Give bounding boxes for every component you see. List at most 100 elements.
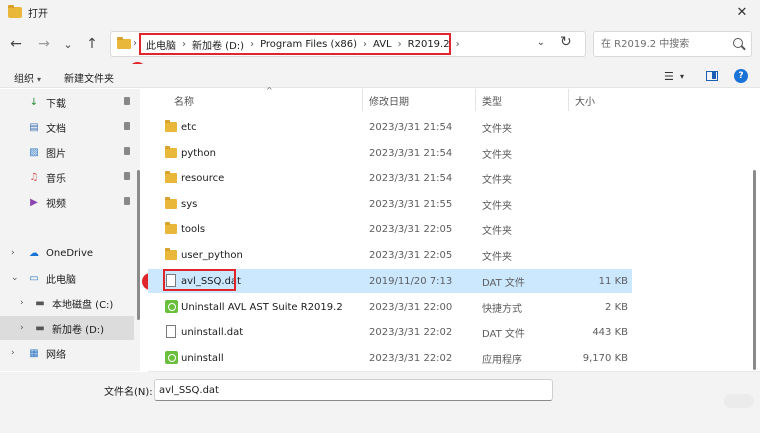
breadcrumb: 此电脑 › 新加卷 (D:) › Program Files (x86) › A… [139, 33, 460, 55]
watermark-logo [724, 394, 754, 408]
breadcrumb-program-files[interactable]: Program Files (x86) [260, 39, 357, 50]
breadcrumb-separator: › [133, 38, 137, 49]
annotation-highlight-box [163, 269, 236, 291]
sidebar-item-documents[interactable]: ▤ 文档 [0, 115, 134, 139]
refresh-icon[interactable]: ↻ [560, 34, 572, 50]
search-input[interactable] [601, 33, 731, 55]
pin-icon [124, 197, 130, 205]
table-row[interactable]: etc 2023/3/31 21:54 文件夹 [148, 115, 632, 139]
column-header-name[interactable]: 名称 [174, 89, 194, 111]
column-divider[interactable] [475, 89, 476, 111]
breadcrumb-separator[interactable]: › [398, 39, 402, 50]
file-type: 文件夹 [482, 149, 512, 161]
recent-locations-chevron-icon[interactable]: ⌄ [58, 34, 78, 54]
sidebar-item-videos[interactable]: ▶ 视频 [0, 190, 134, 214]
file-modified: 2023/3/31 22:05 [369, 223, 453, 235]
chevron-down-icon: ▾ [37, 75, 42, 84]
file-name: uninstall [181, 352, 224, 364]
breadcrumb-separator[interactable]: › [456, 39, 460, 50]
close-button[interactable]: ✕ [724, 0, 760, 24]
table-row[interactable]: sys 2023/3/31 21:55 文件夹 [148, 192, 632, 216]
organize-button[interactable]: 组织 ▾ [14, 70, 41, 85]
file-name: etc [181, 121, 197, 133]
column-header-type[interactable]: 类型 [482, 89, 502, 111]
file-type: 文件夹 [482, 200, 512, 212]
navigation-pane: ↓ 下载 ▤ 文档 ▨ 图片 ♫ 音乐 ▶ 视频 › ☁ OneDrive ⌄ … [0, 89, 140, 371]
view-chevron-down-icon[interactable]: ▾ [680, 72, 684, 81]
chevron-right-icon[interactable]: › [20, 298, 24, 308]
breadcrumb-separator[interactable]: › [182, 39, 186, 50]
sidebar-item-drive-c[interactable]: › ▬ 本地磁盘 (C:) [0, 291, 134, 315]
sidebar-item-downloads[interactable]: ↓ 下载 [0, 90, 134, 114]
search-icon[interactable] [733, 38, 743, 48]
file-size: 9,170 KB [582, 352, 628, 364]
table-row[interactable]: Uninstall AVL AST Suite R2019.2 2023/3/3… [148, 295, 632, 319]
column-header-modified[interactable]: 修改日期 [369, 89, 409, 111]
forward-arrow-icon[interactable]: → [34, 34, 54, 54]
file-type: DAT 文件 [482, 277, 525, 289]
folder-icon [165, 171, 177, 183]
folder-icon [165, 146, 177, 158]
table-row[interactable]: tools 2023/3/31 22:05 文件夹 [148, 217, 632, 241]
breadcrumb-separator[interactable]: › [250, 39, 254, 50]
file-modified: 2023/3/31 22:05 [369, 249, 453, 261]
filename-field[interactable] [154, 379, 553, 401]
sidebar-scrollbar[interactable] [137, 170, 140, 320]
help-icon[interactable]: ? [734, 69, 748, 83]
chevron-right-icon[interactable]: › [20, 323, 24, 333]
document-icon: ▤ [29, 121, 39, 133]
sidebar-item-this-pc[interactable]: ⌄ ▭ 此电脑 [0, 266, 134, 290]
drive-icon: ▬ [35, 322, 45, 334]
command-bar: 组织 ▾ 新建文件夹 ☰ ▾ ? [0, 64, 760, 88]
sidebar-item-onedrive[interactable]: › ☁ OneDrive [0, 241, 134, 265]
file-type: 文件夹 [482, 225, 512, 237]
column-divider[interactable] [568, 89, 569, 111]
back-arrow-icon[interactable]: ← [6, 34, 26, 54]
sidebar-item-drive-d[interactable]: › ▬ 新加卷 (D:) [0, 316, 134, 340]
table-row[interactable]: python 2023/3/31 21:54 文件夹 [148, 141, 632, 165]
column-header-size[interactable]: 大小 [575, 89, 595, 111]
chevron-down-icon[interactable]: ⌄ [11, 273, 19, 283]
chevron-right-icon[interactable]: › [11, 248, 15, 258]
file-name: tools [181, 223, 206, 235]
chevron-right-icon[interactable]: › [11, 348, 15, 358]
sidebar-item-music[interactable]: ♫ 音乐 [0, 165, 134, 189]
uninstall-shortcut-icon [165, 300, 178, 313]
file-list-scrollbar[interactable] [753, 170, 756, 370]
address-dropdown-chevron-icon[interactable]: ⌄ [537, 37, 545, 48]
table-row[interactable]: resource 2023/3/31 21:54 文件夹 [148, 166, 632, 190]
file-size: 11 KB [598, 275, 628, 287]
file-type: 文件夹 [482, 174, 512, 186]
file-modified: 2023/3/31 21:54 [369, 121, 453, 133]
breadcrumb-r2019[interactable]: R2019.2 [408, 39, 450, 50]
table-row[interactable]: uninstall 2023/3/31 22:02 应用程序 9,170 KB [148, 346, 632, 370]
new-folder-button[interactable]: 新建文件夹 [64, 70, 114, 85]
pin-icon [124, 97, 130, 105]
breadcrumb-drive-d[interactable]: 新加卷 (D:) [192, 37, 244, 52]
sidebar-item-label: OneDrive [46, 247, 94, 259]
sidebar-item-label: 音乐 [46, 173, 66, 185]
view-options-icon[interactable]: ☰ [664, 70, 674, 83]
breadcrumb-separator[interactable]: › [363, 39, 367, 50]
file-modified: 2023/3/31 22:02 [369, 352, 453, 364]
file-type: 应用程序 [482, 354, 522, 366]
file-modified: 2023/3/31 21:55 [369, 198, 453, 210]
folder-icon [165, 120, 177, 132]
pin-icon [124, 122, 130, 130]
sidebar-item-pictures[interactable]: ▨ 图片 [0, 140, 134, 164]
breadcrumb-this-pc[interactable]: 此电脑 [146, 37, 176, 52]
up-arrow-icon[interactable]: ↑ [82, 34, 102, 54]
network-icon: ▦ [29, 347, 39, 359]
preview-pane-icon[interactable] [706, 71, 718, 81]
table-row[interactable]: user_python 2023/3/31 22:05 文件夹 [148, 243, 632, 267]
file-list: ^ 名称 修改日期 类型 大小 etc 2023/3/31 21:54 文件夹 … [148, 86, 760, 371]
file-size: 443 KB [592, 326, 628, 338]
cloud-icon: ☁ [29, 247, 39, 259]
table-row[interactable]: uninstall.dat 2023/3/31 22:02 DAT 文件 443… [148, 320, 632, 344]
download-icon: ↓ [29, 96, 39, 108]
address-bar[interactable]: › 此电脑 › 新加卷 (D:) › Program Files (x86) ›… [110, 31, 586, 57]
sidebar-item-label: 视频 [46, 198, 66, 210]
sidebar-item-network[interactable]: › ▦ 网络 [0, 341, 134, 365]
breadcrumb-avl[interactable]: AVL [373, 39, 392, 50]
column-divider[interactable] [362, 89, 363, 111]
